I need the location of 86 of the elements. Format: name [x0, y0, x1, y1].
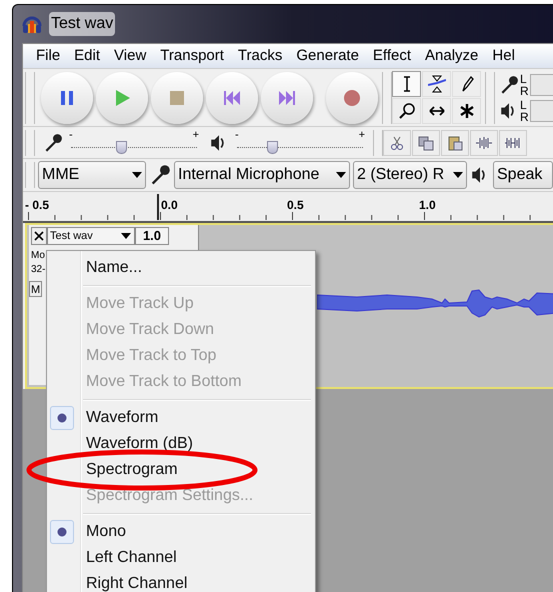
track-info-text: 32- [31, 263, 46, 277]
audio-host-dropdown[interactable]: MME [38, 161, 146, 189]
menu-item[interactable]: File [29, 44, 68, 68]
output-device-dropdown[interactable]: Speak [493, 161, 553, 189]
radio-dot-icon [57, 527, 67, 537]
input-volume-slider[interactable] [71, 140, 197, 154]
plus-label: + [192, 128, 199, 142]
headphones-icon [21, 14, 43, 34]
menu-item[interactable]: Name... [47, 255, 315, 281]
skip-to-start-icon [223, 88, 241, 106]
zoom-icon [398, 102, 416, 120]
multi-tool-button[interactable] [452, 98, 481, 124]
meter-channel-label: R [520, 84, 529, 96]
microphone-icon [43, 132, 63, 152]
meter-channel-label: L [520, 72, 528, 84]
menu-item[interactable]: View [107, 44, 154, 68]
envelope-tool-icon [428, 75, 446, 93]
skip-to-end-button[interactable] [261, 72, 313, 124]
toolbar-grip[interactable] [25, 162, 35, 188]
record-button[interactable] [326, 72, 378, 124]
stop-icon [168, 88, 186, 106]
slider-thumb[interactable] [116, 140, 128, 154]
toolbar-grip[interactable] [25, 130, 35, 156]
menu-item[interactable]: Effect [366, 44, 418, 68]
skip-to-end-icon [278, 88, 296, 106]
envelope-tool-button[interactable] [422, 71, 451, 97]
menu-item[interactable]: Transport [153, 44, 231, 68]
toolbar-grip[interactable] [25, 72, 35, 124]
pause-icon [58, 88, 76, 106]
microphone-icon [499, 74, 519, 94]
menu-item[interactable]: Waveform [47, 405, 315, 431]
trim-button[interactable] [470, 130, 498, 156]
caret-icon [336, 172, 346, 178]
slider-thumb[interactable] [267, 140, 278, 154]
menu-item[interactable]: Left Channel [47, 545, 315, 571]
caret-icon [132, 172, 142, 178]
input-channels-dropdown[interactable]: 2 (Stereo) R [353, 161, 467, 189]
caret-icon [121, 233, 131, 239]
zoom-button[interactable] [392, 98, 421, 124]
close-icon [34, 231, 44, 241]
meter-channel-label: L [520, 98, 528, 110]
time-shift-button[interactable] [422, 98, 451, 124]
ruler-label: - 0.5 [25, 197, 50, 214]
selection-tool-icon [404, 76, 410, 92]
close-button[interactable] [31, 227, 47, 245]
output-volume-slider[interactable] [237, 140, 363, 154]
caret-icon [453, 172, 463, 178]
plus-label: + [358, 128, 365, 142]
radio-dot-icon [57, 413, 67, 423]
paste-button[interactable] [441, 130, 469, 156]
menu-item[interactable]: Right Channel [47, 571, 315, 592]
silence-button[interactable] [499, 130, 527, 156]
menu-item[interactable]: Edit [67, 44, 108, 68]
play-icon [113, 88, 131, 106]
track-info-text: Mo [31, 249, 46, 263]
menu-item[interactable]: Spectrogram [47, 457, 315, 483]
ruler-label: 0.5 [287, 197, 304, 214]
ruler-label: 0.0 [161, 197, 178, 214]
cut-button[interactable] [383, 130, 411, 156]
track-gain: 1.0 [135, 227, 169, 245]
multi-tool-icon [458, 102, 476, 120]
selection-tool-button[interactable] [392, 71, 421, 97]
track-name-dropdown[interactable]: Test wav [47, 227, 135, 245]
menu-item[interactable]: Waveform (dB) [47, 431, 315, 457]
copy-icon [417, 134, 435, 152]
toolbar-grip[interactable] [485, 72, 495, 124]
minus-label: - [235, 128, 239, 142]
microphone-icon [149, 164, 171, 186]
menu-item[interactable]: Generate [289, 44, 366, 68]
timeline-ruler[interactable]: - 0.5 0.0 0.5 1.0 [23, 192, 553, 223]
paste-icon [446, 134, 464, 152]
menu-item[interactable]: Analyze [418, 44, 486, 68]
ruler-label: 1.0 [419, 197, 436, 214]
meter-channel-label: R [520, 110, 529, 122]
pencil-button[interactable] [452, 71, 481, 97]
menu-item[interactable]: Mono [47, 519, 315, 545]
record-icon [343, 88, 361, 106]
mute-button[interactable]: M [29, 281, 42, 297]
skip-to-start-button[interactable] [206, 72, 258, 124]
menu-item[interactable]: Hel [485, 44, 522, 68]
input-device-dropdown[interactable]: Internal Microphone [174, 161, 350, 189]
menu-item[interactable]: Tracks [230, 44, 290, 68]
window-title: Test wav [49, 12, 116, 36]
pause-button[interactable] [41, 72, 93, 124]
copy-button[interactable] [412, 130, 440, 156]
minus-label: - [69, 128, 73, 142]
